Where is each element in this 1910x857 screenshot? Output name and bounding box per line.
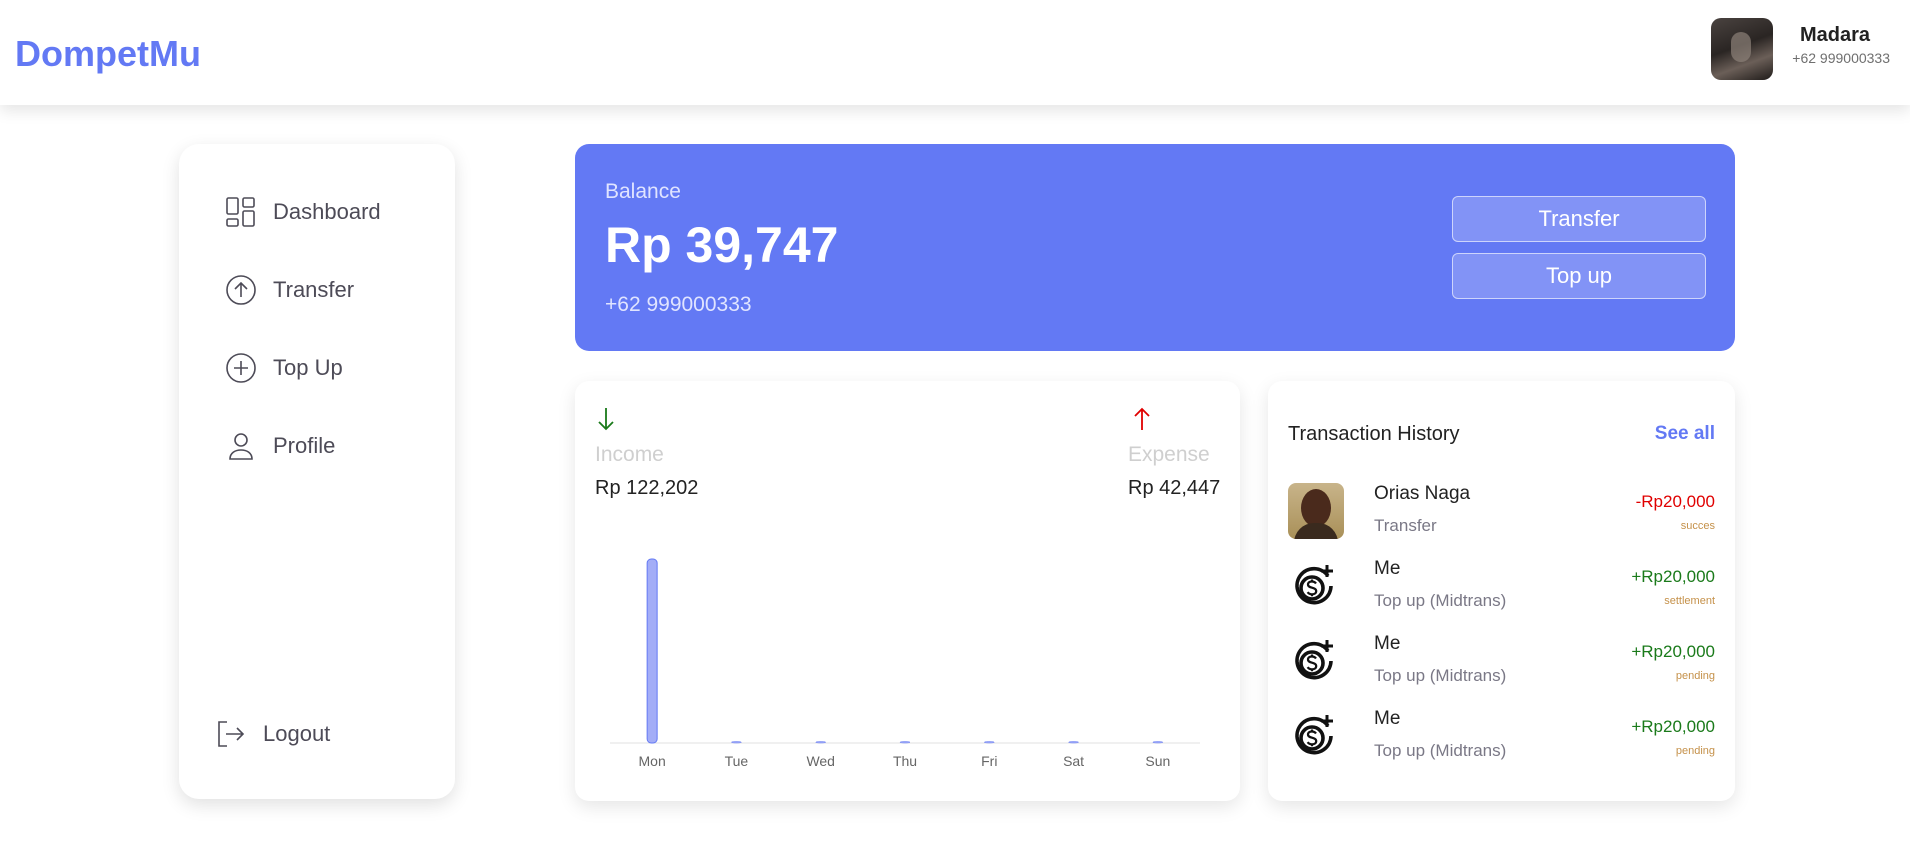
transaction-status: pending	[1675, 670, 1715, 682]
see-all-link[interactable]: See all	[1655, 423, 1715, 445]
transaction-item[interactable]: Me Top up (Midtrans) +Rp20,000 pending	[1288, 708, 1715, 768]
balance-card: Balance Rp 39,747 +62 999000333 Transfer…	[575, 144, 1735, 351]
top-bar: DompetMu Madara +62 999000333	[0, 0, 1910, 105]
transaction-amount: +Rp20,000	[1631, 567, 1715, 586]
x-tick-label: Tue	[725, 753, 749, 769]
x-tick-label: Thu	[893, 753, 917, 769]
x-tick-label: Sun	[1145, 753, 1170, 769]
transaction-name: Orias Naga	[1374, 483, 1471, 504]
contact-avatar	[1288, 483, 1344, 539]
income-label: Income	[595, 443, 664, 466]
sidebar: Dashboard Transfer Top Up Profile Logout	[179, 144, 455, 799]
user-avatar[interactable]	[1711, 18, 1773, 80]
x-tick-label: Sat	[1063, 753, 1084, 769]
topup-dollar-icon	[1288, 633, 1344, 689]
transaction-type: Top up (Midtrans)	[1374, 666, 1507, 685]
chart-bar-mon	[646, 558, 658, 744]
sidebar-item-transfer[interactable]: Transfer	[225, 272, 354, 308]
user-icon	[229, 433, 253, 460]
user-name: Madara	[1799, 24, 1870, 46]
transaction-name: Me	[1374, 633, 1401, 654]
sidebar-item-dashboard[interactable]: Dashboard	[225, 194, 381, 230]
income-expense-card: Income Rp 122,202 Expense Rp 42,447 Mon T…	[575, 381, 1240, 801]
transaction-amount: +Rp20,000	[1631, 642, 1715, 661]
income-value: Rp 122,202	[595, 477, 699, 499]
history-title: Transaction History	[1288, 423, 1460, 445]
weekly-bar-chart: Mon Tue Wed Thu Fri Sat Sun	[610, 558, 1200, 769]
sidebar-item-profile[interactable]: Profile	[225, 428, 335, 464]
transaction-item[interactable]: Orias Naga Transfer -Rp20,000 succes	[1288, 483, 1715, 543]
chart-bar-thu	[899, 741, 911, 744]
transaction-type: Transfer	[1374, 516, 1437, 535]
transaction-name: Me	[1374, 558, 1401, 579]
chart-bar-tue	[731, 741, 742, 744]
transaction-status: pending	[1675, 745, 1715, 757]
arrow-down-icon	[598, 408, 614, 431]
balance-phone: +62 999000333	[605, 293, 752, 316]
transfer-button[interactable]: Transfer	[1452, 196, 1706, 242]
logout-button[interactable]: Logout	[215, 718, 330, 750]
plus-circle-icon	[226, 353, 256, 383]
logout-label: Logout	[263, 721, 331, 746]
chart-bar-wed	[815, 741, 826, 744]
expense-label: Expense	[1128, 443, 1210, 466]
topup-dollar-icon	[1288, 708, 1344, 764]
chart-bar-fri	[984, 741, 995, 744]
arrow-up-circle-icon	[226, 275, 256, 305]
transaction-name: Me	[1374, 708, 1401, 729]
transaction-status: settlement	[1664, 595, 1715, 607]
chart-bar-sun	[1152, 741, 1164, 744]
arrow-up-icon	[1134, 407, 1150, 430]
transaction-amount: +Rp20,000	[1631, 717, 1715, 736]
balance-amount: Rp 39,747	[605, 217, 839, 273]
transaction-history-card: Transaction History See all Orias Naga T…	[1268, 381, 1735, 801]
user-phone: +62 999000333	[1792, 50, 1890, 66]
transaction-type: Top up (Midtrans)	[1374, 591, 1507, 610]
x-tick-label: Wed	[806, 753, 835, 769]
transaction-amount: -Rp20,000	[1635, 492, 1715, 511]
x-tick-label: Mon	[639, 753, 666, 769]
brand-logo[interactable]: DompetMu	[15, 33, 201, 75]
transaction-item[interactable]: Me Top up (Midtrans) +Rp20,000 settlemen…	[1288, 558, 1715, 618]
x-tick-label: Fri	[981, 753, 997, 769]
expense-value: Rp 42,447	[1128, 477, 1221, 499]
transaction-item[interactable]: Me Top up (Midtrans) +Rp20,000 pending	[1288, 633, 1715, 693]
sidebar-item-label: Dashboard	[273, 199, 381, 224]
sidebar-item-label: Top Up	[273, 355, 343, 380]
sidebar-item-label: Transfer	[273, 277, 355, 302]
topup-dollar-icon	[1288, 558, 1344, 614]
grid-icon	[226, 197, 255, 227]
topup-button[interactable]: Top up	[1452, 253, 1706, 299]
sidebar-item-topup[interactable]: Top Up	[225, 350, 343, 386]
chart-bar-sat	[1068, 741, 1079, 744]
sidebar-item-label: Profile	[273, 433, 336, 458]
logout-icon	[218, 721, 245, 747]
balance-label: Balance	[605, 180, 681, 203]
transaction-status: succes	[1680, 520, 1715, 532]
transaction-type: Top up (Midtrans)	[1374, 741, 1507, 760]
